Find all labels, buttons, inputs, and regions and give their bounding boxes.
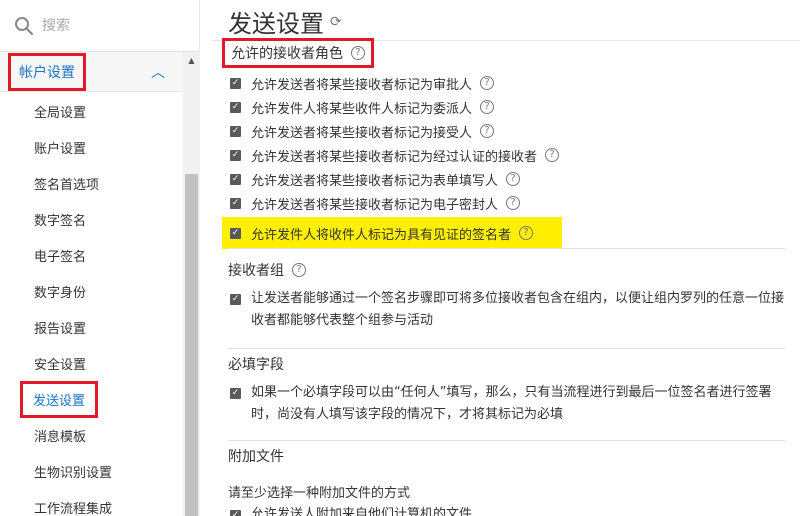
option-approver[interactable]: ✓ 允许发送者将某些接收者标记为审批人 ? (230, 71, 570, 95)
sidebar-item-digital-identity[interactable]: 数字身份 (0, 273, 183, 309)
section-label: 帐户设置 (8, 52, 86, 91)
help-icon[interactable]: ? (506, 196, 521, 210)
sidebar-item-electronic-signature[interactable]: 电子签名 (0, 237, 183, 273)
sidebar-item-message-templates[interactable]: 消息模板 (0, 417, 183, 453)
sidebar: 帐户设置 ︿ 全局设置 账户设置 签名首选项 数字签名 电子签名 数字身份 报告… (0, 0, 200, 516)
search-box[interactable] (0, 0, 200, 52)
sidebar-item-report-settings[interactable]: 报告设置 (0, 309, 183, 345)
scroll-thumb[interactable] (185, 174, 198, 516)
help-icon[interactable]: ? (506, 172, 521, 186)
recipient-roles-heading: 允许的接收者角色 ? (222, 38, 374, 68)
attachments-heading: 附加文件 (228, 449, 284, 465)
help-icon[interactable]: ? (480, 76, 495, 90)
scroll-up-arrow-icon[interactable]: ▲ (183, 52, 200, 68)
checkbox-checked-icon[interactable]: ✓ (230, 125, 241, 137)
sidebar-item-biometric-settings[interactable]: 生物识别设置 (0, 453, 183, 489)
section-divider (228, 440, 786, 441)
option-certified-recipient[interactable]: ✓ 允许发送者将某些接收者标记为经过认证的接收者 ? (230, 143, 570, 167)
checkbox-checked-icon[interactable]: ✓ (230, 101, 241, 113)
attachments-subheading: 请至少选择一种附加文件的方式 (228, 486, 411, 501)
sidebar-item-account-settings[interactable]: 账户设置 (0, 129, 183, 165)
sidebar-scrollbar[interactable]: ▲ (183, 52, 200, 516)
option-witnessed-signer[interactable]: ✓ 允许发件人将收件人标记为具有见证的签名者 ? (222, 217, 562, 249)
option-electronic-sealer[interactable]: ✓ 允许发送者将某些接收者标记为电子密封人 ? (230, 191, 570, 215)
required-fields-heading: 必填字段 (228, 357, 284, 373)
help-icon[interactable]: ? (480, 100, 495, 114)
sidebar-item-security-settings[interactable]: 安全设置 (0, 345, 183, 381)
option-delegator[interactable]: ✓ 允许发件人将某些收件人标记为委派人 ? (230, 95, 570, 119)
page-title: 发送设置 ⟳ (228, 10, 342, 38)
checkbox-checked-icon[interactable]: ✓ (230, 388, 241, 399)
sidebar-item-send-settings[interactable]: 发送设置 (0, 380, 183, 418)
recipient-group-heading: 接收者组 ? (228, 260, 306, 280)
recipient-group-option[interactable]: ✓ 让发送者能够通过一个签名步骤即可将多位接收者包含在组内，以便让组内罗列的任意… (230, 288, 790, 332)
checkbox-checked-icon[interactable]: ✓ (230, 510, 241, 516)
checkbox-checked-icon[interactable]: ✓ (230, 197, 241, 209)
option-acceptor[interactable]: ✓ 允许发送者将某些接收者标记为接受人 ? (230, 119, 570, 143)
section-divider (228, 248, 786, 249)
help-icon[interactable]: ? (519, 226, 534, 240)
help-icon[interactable]: ? (292, 263, 306, 277)
sidebar-item-workflow-integration[interactable]: 工作流程集成 (0, 489, 183, 516)
checkbox-checked-icon[interactable]: ✓ (230, 294, 241, 305)
attachments-option-computer[interactable]: ✓ 允许发送人附加来自他们计算机的文件 (230, 504, 790, 516)
search-icon (15, 16, 34, 35)
checkbox-checked-icon[interactable]: ✓ (230, 149, 241, 161)
checkbox-checked-icon[interactable]: ✓ (230, 173, 241, 185)
main-content: 发送设置 ⟳ 允许的接收者角色 ? ✓ 允许发送者将某些接收者标记为审批人 ? … (212, 0, 800, 516)
help-icon[interactable]: ? (545, 148, 560, 162)
refresh-icon[interactable]: ⟳ (330, 14, 342, 30)
section-divider (228, 348, 786, 349)
help-icon[interactable]: ? (351, 46, 365, 60)
option-form-filler[interactable]: ✓ 允许发送者将某些接收者标记为表单填写人 ? (230, 167, 570, 191)
sidebar-item-digital-signature[interactable]: 数字签名 (0, 201, 183, 237)
required-fields-option[interactable]: ✓ 如果一个必填字段可以由“任何人”填写，那么，只有当流程进行到最后一位签名者进… (230, 382, 790, 426)
sidebar-nav: 全局设置 账户设置 签名首选项 数字签名 电子签名 数字身份 报告设置 安全设置… (0, 93, 183, 516)
recipient-roles-options: ✓ 允许发送者将某些接收者标记为审批人 ? ✓ 允许发件人将某些收件人标记为委派… (222, 71, 570, 249)
help-icon[interactable]: ? (480, 124, 495, 138)
checkbox-checked-icon[interactable]: ✓ (230, 77, 241, 89)
sidebar-item-global-settings[interactable]: 全局设置 (0, 93, 183, 129)
checkbox-checked-icon[interactable]: ✓ (230, 227, 241, 239)
search-input[interactable] (42, 17, 192, 34)
chevron-up-icon[interactable]: ︿ (151, 62, 165, 82)
sidebar-item-signature-preferences[interactable]: 签名首选项 (0, 165, 183, 201)
account-settings-section[interactable]: 帐户设置 ︿ (0, 52, 183, 92)
